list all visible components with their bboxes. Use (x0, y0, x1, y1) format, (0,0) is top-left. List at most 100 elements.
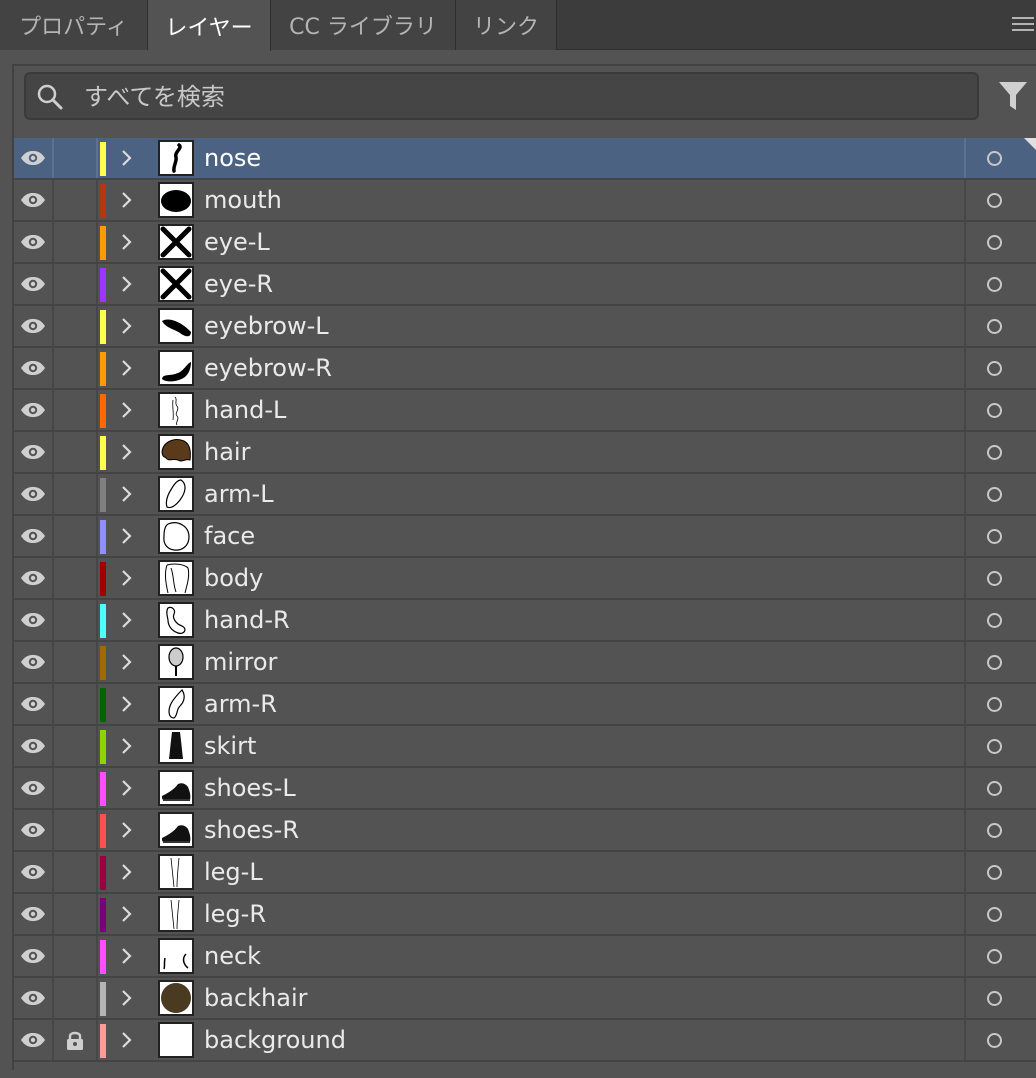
visibility-toggle[interactable] (14, 936, 54, 976)
target-toggle[interactable] (964, 1020, 1022, 1060)
chevron-right-icon[interactable] (120, 316, 134, 336)
layer-row[interactable]: shoes-R (14, 810, 1036, 852)
chevron-right-icon[interactable] (120, 610, 134, 630)
layer-name[interactable]: skirt (204, 726, 256, 766)
target-toggle[interactable] (964, 894, 1022, 934)
filter-icon[interactable] (998, 80, 1028, 112)
visibility-toggle[interactable] (14, 474, 54, 514)
lock-toggle[interactable] (54, 516, 98, 556)
lock-toggle[interactable] (54, 138, 98, 178)
target-toggle[interactable] (964, 810, 1022, 850)
layer-name[interactable]: leg-L (204, 852, 263, 892)
layer-name[interactable]: body (204, 558, 263, 598)
target-toggle[interactable] (964, 852, 1022, 892)
lock-toggle[interactable] (54, 264, 98, 304)
chevron-right-icon[interactable] (120, 652, 134, 672)
visibility-toggle[interactable] (14, 726, 54, 766)
layer-name[interactable]: eye-R (204, 264, 273, 304)
chevron-right-icon[interactable] (120, 232, 134, 252)
tab-properties[interactable]: プロパティ (0, 0, 148, 50)
layer-row[interactable]: arm-L (14, 474, 1036, 516)
layer-name[interactable]: leg-R (204, 894, 266, 934)
target-toggle[interactable] (964, 684, 1022, 724)
target-toggle[interactable] (964, 138, 1022, 178)
visibility-toggle[interactable] (14, 642, 54, 682)
chevron-right-icon[interactable] (120, 820, 134, 840)
target-toggle[interactable] (964, 936, 1022, 976)
chevron-right-icon[interactable] (120, 694, 134, 714)
layer-name[interactable]: arm-L (204, 474, 274, 514)
layer-row[interactable]: eyebrow-R (14, 348, 1036, 390)
chevron-right-icon[interactable] (120, 526, 134, 546)
layer-name[interactable]: neck (204, 936, 261, 976)
lock-toggle[interactable] (54, 348, 98, 388)
layer-row[interactable]: background (14, 1020, 1036, 1062)
target-toggle[interactable] (964, 516, 1022, 556)
tab-links[interactable]: リンク (456, 0, 557, 50)
lock-toggle[interactable] (54, 810, 98, 850)
lock-toggle[interactable] (54, 852, 98, 892)
target-toggle[interactable] (964, 348, 1022, 388)
visibility-toggle[interactable] (14, 348, 54, 388)
lock-toggle[interactable] (54, 768, 98, 808)
lock-toggle[interactable] (54, 474, 98, 514)
chevron-right-icon[interactable] (120, 736, 134, 756)
layer-name[interactable]: face (204, 516, 255, 556)
layer-name[interactable]: arm-R (204, 684, 277, 724)
tab-layers[interactable]: レイヤー (148, 0, 271, 51)
layer-row[interactable]: eye-L (14, 222, 1036, 264)
layer-name[interactable]: shoes-R (204, 810, 299, 850)
layer-row[interactable]: mouth (14, 180, 1036, 222)
layer-name[interactable]: nose (204, 138, 261, 178)
layer-row[interactable]: hand-L (14, 390, 1036, 432)
visibility-toggle[interactable] (14, 516, 54, 556)
lock-toggle[interactable] (54, 978, 98, 1018)
target-toggle[interactable] (964, 978, 1022, 1018)
chevron-right-icon[interactable] (120, 274, 134, 294)
hamburger-menu-icon[interactable] (1012, 14, 1036, 36)
visibility-toggle[interactable] (14, 432, 54, 472)
visibility-toggle[interactable] (14, 180, 54, 220)
target-toggle[interactable] (964, 474, 1022, 514)
target-toggle[interactable] (964, 432, 1022, 472)
layer-name[interactable]: eyebrow-L (204, 306, 329, 346)
visibility-toggle[interactable] (14, 306, 54, 346)
layer-row[interactable]: eyebrow-L (14, 306, 1036, 348)
layer-name[interactable]: backhair (204, 978, 308, 1018)
visibility-toggle[interactable] (14, 600, 54, 640)
visibility-toggle[interactable] (14, 222, 54, 262)
chevron-right-icon[interactable] (120, 190, 134, 210)
layer-row[interactable]: mirror (14, 642, 1036, 684)
visibility-toggle[interactable] (14, 978, 54, 1018)
chevron-right-icon[interactable] (120, 148, 134, 168)
layer-name[interactable]: mirror (204, 642, 277, 682)
tab-cc-libraries[interactable]: CC ライブラリ (271, 0, 456, 50)
lock-toggle[interactable] (54, 180, 98, 220)
visibility-toggle[interactable] (14, 894, 54, 934)
layer-row[interactable]: neck (14, 936, 1036, 978)
layer-row[interactable]: skirt (14, 726, 1036, 768)
layer-name[interactable]: eye-L (204, 222, 270, 262)
lock-toggle[interactable] (54, 306, 98, 346)
chevron-right-icon[interactable] (120, 778, 134, 798)
layer-name[interactable]: hand-L (204, 390, 286, 430)
lock-toggle[interactable] (54, 222, 98, 262)
visibility-toggle[interactable] (14, 138, 54, 178)
chevron-right-icon[interactable] (120, 946, 134, 966)
target-toggle[interactable] (964, 726, 1022, 766)
chevron-right-icon[interactable] (120, 442, 134, 462)
lock-toggle[interactable] (54, 684, 98, 724)
lock-toggle[interactable] (54, 642, 98, 682)
target-toggle[interactable] (964, 180, 1022, 220)
visibility-toggle[interactable] (14, 558, 54, 598)
layer-row[interactable]: eye-R (14, 264, 1036, 306)
layer-name[interactable]: background (204, 1020, 346, 1060)
target-toggle[interactable] (964, 768, 1022, 808)
lock-toggle[interactable] (54, 432, 98, 472)
layer-row[interactable]: shoes-L (14, 768, 1036, 810)
visibility-toggle[interactable] (14, 390, 54, 430)
chevron-right-icon[interactable] (120, 484, 134, 504)
layer-row[interactable]: nose (14, 138, 1036, 180)
layer-row[interactable]: leg-L (14, 852, 1036, 894)
chevron-right-icon[interactable] (120, 862, 134, 882)
